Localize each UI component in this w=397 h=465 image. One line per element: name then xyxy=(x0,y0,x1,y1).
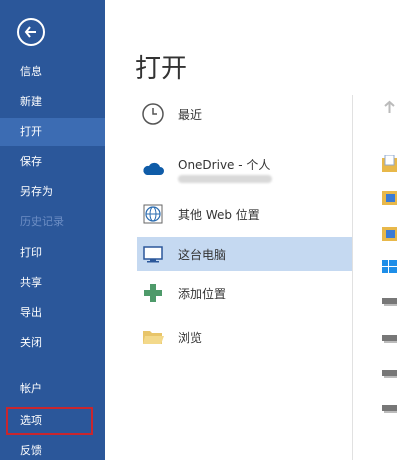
nav-print[interactable]: 打印 xyxy=(0,239,105,267)
location-add-place[interactable]: 添加位置 xyxy=(137,276,352,310)
location-other-web[interactable]: 其他 Web 位置 xyxy=(137,197,352,231)
drive-icon[interactable] xyxy=(382,370,397,378)
folder-icon[interactable] xyxy=(382,224,397,242)
drive-icon[interactable] xyxy=(382,298,397,306)
location-browse[interactable]: 浏览 xyxy=(137,320,352,354)
location-label: 其他 Web 位置 xyxy=(178,208,260,222)
nav-save[interactable]: 保存 xyxy=(0,148,105,176)
onedrive-account-email-blurred xyxy=(178,175,272,183)
computer-icon xyxy=(143,246,163,263)
up-arrow-icon[interactable] xyxy=(382,100,397,115)
nav-close[interactable]: 关闭 xyxy=(0,329,105,357)
folder-open-icon xyxy=(143,331,164,344)
nav-feedback[interactable]: 反馈 xyxy=(0,437,105,465)
location-label: 最近 xyxy=(178,108,203,122)
nav-share[interactable]: 共享 xyxy=(0,269,105,297)
location-label: OneDrive - 个人 xyxy=(178,158,271,172)
nav-save-as[interactable]: 另存为 xyxy=(0,178,105,206)
page-title: 打开 xyxy=(135,54,188,84)
drive-icon[interactable] xyxy=(382,335,397,343)
nav-open[interactable]: 打开 xyxy=(0,118,105,146)
web-globe-icon xyxy=(143,204,163,224)
nav-new[interactable]: 新建 xyxy=(0,88,105,116)
location-this-pc[interactable]: 这台电脑 xyxy=(137,237,352,271)
location-label: 添加位置 xyxy=(178,287,227,301)
cloud-icon xyxy=(143,162,164,175)
options-highlight-box xyxy=(6,407,93,435)
backstage-sidebar: 信息 新建 打开 保存 另存为 历史记录 打印 共享 导出 关闭 帐户 选项 反… xyxy=(0,0,105,460)
clock-icon xyxy=(142,103,164,125)
plus-icon xyxy=(144,284,162,302)
back-button[interactable] xyxy=(17,18,45,46)
nav-export[interactable]: 导出 xyxy=(0,299,105,327)
folder-icon[interactable] xyxy=(382,188,397,206)
windows-drive-icon[interactable] xyxy=(382,260,397,275)
nav-account[interactable]: 帐户 xyxy=(0,375,105,403)
nav-info[interactable]: 信息 xyxy=(0,58,105,86)
location-label: 这台电脑 xyxy=(178,248,227,262)
arrow-left-icon xyxy=(24,26,36,38)
location-recent[interactable]: 最近 xyxy=(137,97,352,131)
folder-icon[interactable] xyxy=(382,155,397,173)
location-label: 浏览 xyxy=(178,331,203,345)
panel-divider xyxy=(352,95,353,460)
drive-icon[interactable] xyxy=(382,405,397,413)
nav-history: 历史记录 xyxy=(20,215,64,228)
